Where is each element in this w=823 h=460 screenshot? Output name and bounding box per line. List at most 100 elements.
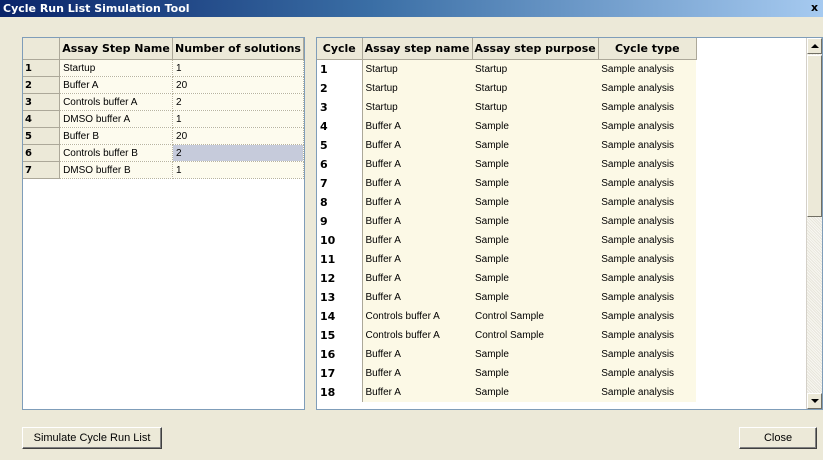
table-row[interactable]: 6 Controls buffer B2: [23, 144, 304, 162]
number-of-solutions-cell[interactable]: 2: [172, 144, 304, 162]
table-row[interactable]: 18 Buffer A Sample Sample analysis: [317, 383, 697, 402]
table-row[interactable]: 1 Startup Startup Sample analysis: [317, 59, 697, 79]
assay-step-name-cell[interactable]: Startup: [362, 79, 472, 98]
scroll-down-button[interactable]: [807, 393, 822, 409]
table-row[interactable]: 14 Controls buffer A Control Sample Sample …: [317, 307, 697, 326]
assay-step-purpose-cell[interactable]: Sample: [472, 364, 599, 383]
table-row[interactable]: 2 Startup Startup Sample analysis: [317, 79, 697, 98]
table-row[interactable]: 2 Buffer A 20: [23, 76, 304, 94]
table-row[interactable]: 15 Controls buffer A Control Sample Sample …: [317, 326, 697, 345]
cycle-type-cell[interactable]: Sample analysis: [598, 174, 697, 193]
cycle-number-cell[interactable]: 1: [317, 59, 363, 79]
table-row[interactable]: 1 Startup 1: [23, 59, 304, 77]
number-of-solutions-cell[interactable]: 2: [172, 93, 304, 111]
assay-step-purpose-cell[interactable]: Sample: [472, 231, 599, 250]
assay-step-name-cell[interactable]: Buffer A: [362, 383, 472, 402]
row-header[interactable]: 2: [23, 76, 61, 94]
table-row[interactable]: 13 Buffer A Sample Sample analysis: [317, 288, 697, 307]
assay-step-name-cell[interactable]: Buffer A: [362, 231, 472, 250]
cycle-number-cell[interactable]: 6: [317, 155, 363, 174]
assay-steps-grid[interactable]: Assay Step Name Number of solutions 1 Sta…: [22, 37, 305, 410]
cycle-type-cell[interactable]: Sample analysis: [598, 79, 697, 98]
table-row[interactable]: 10 Buffer A Sample Sample analysis: [317, 231, 697, 250]
row-header[interactable]: 6: [23, 144, 61, 162]
cycle-number-cell[interactable]: 8: [317, 193, 363, 212]
number-of-solutions-cell[interactable]: 20: [172, 76, 304, 94]
row-header[interactable]: 1: [23, 59, 61, 77]
assay-step-name-cell[interactable]: Startup: [362, 59, 472, 79]
assay-step-purpose-cell[interactable]: Startup: [472, 79, 599, 98]
cycle-type-cell[interactable]: Sample analysis: [598, 250, 697, 269]
assay-step-purpose-cell[interactable]: Sample: [472, 269, 599, 288]
assay-step-name-cell[interactable]: Buffer A: [362, 288, 472, 307]
table-row[interactable]: 7 Buffer A Sample Sample analysis: [317, 174, 697, 193]
table-row[interactable]: 5 Buffer B 20: [23, 127, 304, 145]
cycle-type-cell[interactable]: Sample analysis: [598, 326, 697, 345]
assay-step-name-cell[interactable]: Buffer A: [362, 364, 472, 383]
assay-step-name-cell[interactable]: Buffer A: [59, 76, 174, 94]
assay-step-purpose-cell[interactable]: Sample: [472, 174, 599, 193]
assay-step-purpose-cell[interactable]: Control Sample: [472, 307, 599, 326]
scroll-up-button[interactable]: [807, 38, 822, 54]
cycle-type-cell[interactable]: Sample analysis: [598, 231, 697, 250]
cycle-type-cell[interactable]: Sample analysis: [598, 307, 697, 326]
cycle-type-cell[interactable]: Sample analysis: [598, 212, 697, 231]
assay-step-purpose-cell[interactable]: Sample: [472, 136, 599, 155]
cycle-number-cell[interactable]: 18: [317, 383, 363, 402]
cycle-type-cell[interactable]: Sample analysis: [598, 288, 697, 307]
assay-step-name-cell[interactable]: Startup: [59, 59, 174, 77]
cycle-number-cell[interactable]: 16: [317, 345, 363, 364]
assay-step-name-cell[interactable]: Buffer A: [362, 345, 472, 364]
assay-step-purpose-cell[interactable]: Startup: [472, 98, 599, 117]
assay-step-name-cell[interactable]: Buffer A: [362, 117, 472, 136]
table-row[interactable]: 17 Buffer A Sample Sample analysis: [317, 364, 697, 383]
assay-step-purpose-cell[interactable]: Sample: [472, 155, 599, 174]
cycle-number-cell[interactable]: 2: [317, 79, 363, 98]
cycle-number-cell[interactable]: 9: [317, 212, 363, 231]
assay-step-name-cell[interactable]: Buffer A: [362, 136, 472, 155]
assay-step-name-cell[interactable]: Startup: [362, 98, 472, 117]
assay-step-name-cell[interactable]: DMSO buffer A: [59, 110, 174, 128]
number-of-solutions-cell[interactable]: 20: [172, 127, 304, 145]
cycle-type-cell[interactable]: Sample analysis: [598, 364, 697, 383]
table-row[interactable]: 16 Buffer A Sample Sample analysis: [317, 345, 697, 364]
scroll-thumb[interactable]: [807, 55, 822, 217]
cycle-type-cell[interactable]: Sample analysis: [598, 383, 697, 402]
col-header-assay-step-name[interactable]: Assay step name: [362, 38, 473, 60]
assay-step-name-cell[interactable]: Controls buffer B: [59, 144, 174, 162]
assay-step-name-cell[interactable]: Controls buffer A: [59, 93, 174, 111]
col-header-number-of-solutions[interactable]: Number of solutions: [172, 38, 304, 60]
row-header[interactable]: 3: [23, 93, 61, 111]
assay-step-purpose-cell[interactable]: Sample: [472, 383, 599, 402]
assay-step-name-cell[interactable]: Controls buffer A: [362, 307, 472, 326]
assay-step-name-cell[interactable]: Buffer A: [362, 155, 472, 174]
assay-step-purpose-cell[interactable]: Control Sample: [472, 326, 599, 345]
cycle-number-cell[interactable]: 14: [317, 307, 363, 326]
assay-step-purpose-cell[interactable]: Sample: [472, 288, 599, 307]
number-of-solutions-cell[interactable]: 1: [172, 110, 304, 128]
table-row[interactable]: 5 Buffer A Sample Sample analysis: [317, 136, 697, 155]
col-header-cycle-type[interactable]: Cycle type: [598, 38, 697, 60]
assay-step-purpose-cell[interactable]: Startup: [472, 59, 599, 79]
cycle-type-cell[interactable]: Sample analysis: [598, 117, 697, 136]
table-row[interactable]: 9 Buffer A Sample Sample analysis: [317, 212, 697, 231]
number-of-solutions-cell[interactable]: 1: [172, 59, 304, 77]
table-row[interactable]: 3 Controls buffer A2: [23, 93, 304, 111]
col-header-assay-step-name[interactable]: Assay Step Name: [59, 38, 174, 60]
cycle-number-cell[interactable]: 10: [317, 231, 363, 250]
cycle-number-cell[interactable]: 3: [317, 98, 363, 117]
cycle-number-cell[interactable]: 11: [317, 250, 363, 269]
assay-step-name-cell[interactable]: Buffer A: [362, 250, 472, 269]
col-header-cycle[interactable]: Cycle: [317, 38, 363, 60]
cycle-run-list-grid[interactable]: Cycle Assay step name Assay step purpose…: [316, 37, 823, 410]
cycle-type-cell[interactable]: Sample analysis: [598, 136, 697, 155]
cycle-type-cell[interactable]: Sample analysis: [598, 98, 697, 117]
number-of-solutions-cell[interactable]: 1: [172, 161, 304, 179]
simulate-cycle-run-list-button[interactable]: Simulate Cycle Run List: [22, 427, 162, 449]
table-row[interactable]: 8 Buffer A Sample Sample analysis: [317, 193, 697, 212]
table-row[interactable]: 6 Buffer A Sample Sample analysis: [317, 155, 697, 174]
cycle-number-cell[interactable]: 15: [317, 326, 363, 345]
assay-step-purpose-cell[interactable]: Sample: [472, 212, 599, 231]
table-row[interactable]: 4 DMSO buffer A1: [23, 110, 304, 128]
assay-step-purpose-cell[interactable]: Sample: [472, 345, 599, 364]
